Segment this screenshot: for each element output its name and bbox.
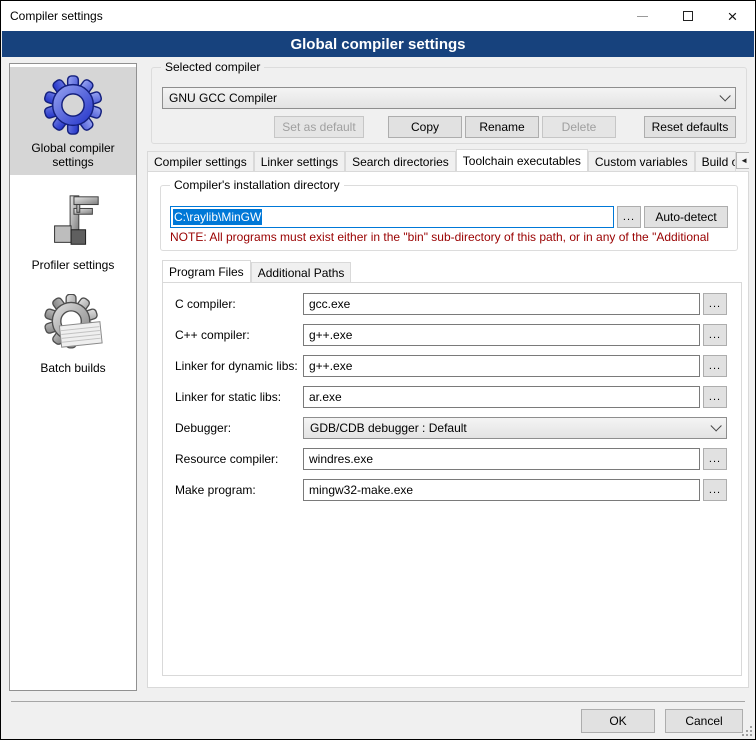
make-program-browse-button[interactable]: ... — [703, 479, 727, 501]
bin-subdirectory-note: NOTE: All programs must exist either in … — [170, 230, 733, 244]
close-icon: × — [728, 8, 738, 25]
compiler-settings-window: Compiler settings × Global compiler sett… — [0, 0, 756, 740]
resource-compiler-label: Resource compiler: — [175, 452, 303, 466]
chevron-down-icon — [719, 90, 730, 101]
resource-compiler-browse-button[interactable]: ... — [703, 448, 727, 470]
copy-button[interactable]: Copy — [388, 116, 462, 138]
dialog-banner: Global compiler settings — [2, 31, 754, 57]
cpp-compiler-input[interactable]: g++.exe — [303, 324, 700, 346]
maximize-button[interactable] — [665, 1, 710, 31]
installation-directory-legend: Compiler's installation directory — [170, 178, 344, 192]
installation-directory-input[interactable]: C:\raylib\MinGW — [170, 206, 614, 228]
linker-dynamic-browse-button[interactable]: ... — [703, 355, 727, 377]
linker-dynamic-input[interactable]: g++.exe — [303, 355, 700, 377]
installation-directory-browse-button[interactable]: ... — [617, 206, 641, 228]
program-files-page: C compiler: gcc.exe ... C++ compiler: g+… — [162, 282, 742, 676]
tab-compiler-settings[interactable]: Compiler settings — [147, 151, 254, 171]
debugger-label: Debugger: — [175, 421, 303, 435]
linker-static-label: Linker for static libs: — [175, 390, 303, 404]
c-compiler-input[interactable]: gcc.exe — [303, 293, 700, 315]
auto-detect-button[interactable]: Auto-detect — [644, 206, 728, 228]
resource-compiler-row: Resource compiler: windres.exe ... — [175, 448, 727, 470]
settings-tabstrip: Compiler settings Linker settings Search… — [147, 149, 749, 171]
sidebar-item-global-compiler-settings[interactable]: Global compiler settings — [10, 67, 136, 175]
tab-scroll-controls: ◄ ► — [736, 152, 749, 171]
minimize-icon — [637, 16, 648, 17]
make-program-label: Make program: — [175, 483, 303, 497]
make-program-row: Make program: mingw32-make.exe ... — [175, 479, 727, 501]
linker-static-row: Linker for static libs: ar.exe ... — [175, 386, 727, 408]
linker-static-browse-button[interactable]: ... — [703, 386, 727, 408]
sidebar-item-batch-builds[interactable]: Batch builds — [10, 287, 136, 381]
resize-grip[interactable] — [741, 725, 753, 737]
selected-compiler-groupbox: Selected compiler GNU GCC Compiler Set a… — [151, 67, 747, 144]
cpp-compiler-row: C++ compiler: g++.exe ... — [175, 324, 727, 346]
cancel-button[interactable]: Cancel — [665, 709, 743, 733]
sidebar-item-label: Global compiler settings — [12, 141, 134, 169]
subtab-program-files[interactable]: Program Files — [162, 260, 251, 282]
sidebar-item-label: Profiler settings — [12, 258, 134, 272]
ok-button[interactable]: OK — [581, 709, 655, 733]
compiler-button-row: Set as default Copy Rename Delete Reset … — [162, 116, 736, 138]
sidebar-item-profiler-settings[interactable]: Profiler settings — [10, 184, 136, 278]
delete-button[interactable]: Delete — [542, 116, 616, 138]
tab-scroll-left-icon[interactable]: ◄ — [736, 152, 749, 169]
gear-blue-icon — [42, 74, 104, 136]
caliper-icon — [42, 191, 104, 253]
installation-directory-row: C:\raylib\MinGW ... Auto-detect — [170, 206, 728, 228]
make-program-input[interactable]: mingw32-make.exe — [303, 479, 700, 501]
reset-defaults-button[interactable]: Reset defaults — [644, 116, 736, 138]
banner-title: Global compiler settings — [290, 36, 465, 53]
chevron-down-icon — [710, 420, 721, 431]
close-button[interactable]: × — [710, 1, 755, 31]
settings-category-list: Global compiler settings Profiler set — [9, 63, 137, 691]
linker-dynamic-row: Linker for dynamic libs: g++.exe ... — [175, 355, 727, 377]
tab-custom-variables[interactable]: Custom variables — [588, 151, 695, 171]
debugger-select-value: GDB/CDB debugger : Default — [310, 421, 710, 435]
sidebar-item-label: Batch builds — [12, 361, 134, 375]
rename-button[interactable]: Rename — [465, 116, 539, 138]
selected-compiler-legend: Selected compiler — [161, 60, 264, 74]
dialog-footer: OK Cancel — [581, 709, 743, 733]
gear-stack-icon — [42, 294, 104, 356]
linker-static-input[interactable]: ar.exe — [303, 386, 700, 408]
footer-separator — [11, 701, 745, 702]
window-title: Compiler settings — [1, 9, 103, 23]
compiler-select[interactable]: GNU GCC Compiler — [162, 87, 736, 109]
cpp-compiler-label: C++ compiler: — [175, 328, 303, 342]
tab-toolchain-executables[interactable]: Toolchain executables — [456, 149, 588, 171]
c-compiler-label: C compiler: — [175, 297, 303, 311]
maximize-icon — [683, 11, 693, 21]
installation-directory-groupbox: Compiler's installation directory C:\ray… — [160, 185, 738, 251]
tab-linker-settings[interactable]: Linker settings — [254, 151, 345, 171]
linker-dynamic-label: Linker for dynamic libs: — [175, 359, 303, 373]
minimize-button[interactable] — [620, 1, 665, 31]
subtab-additional-paths[interactable]: Additional Paths — [251, 262, 352, 282]
set-as-default-button[interactable]: Set as default — [274, 116, 364, 138]
debugger-select[interactable]: GDB/CDB debugger : Default — [303, 417, 727, 439]
c-compiler-browse-button[interactable]: ... — [703, 293, 727, 315]
toolchain-subtabs: Program Files Additional Paths — [162, 260, 351, 282]
resource-compiler-input[interactable]: windres.exe — [303, 448, 700, 470]
cpp-compiler-browse-button[interactable]: ... — [703, 324, 727, 346]
debugger-row: Debugger: GDB/CDB debugger : Default — [175, 417, 727, 439]
toolchain-executables-page: Compiler's installation directory C:\ray… — [147, 171, 749, 688]
title-bar: Compiler settings × — [1, 1, 755, 31]
window-controls: × — [620, 1, 755, 31]
compiler-select-value: GNU GCC Compiler — [169, 91, 719, 105]
installation-directory-value: C:\raylib\MinGW — [173, 209, 262, 225]
c-compiler-row: C compiler: gcc.exe ... — [175, 293, 727, 315]
tab-search-directories[interactable]: Search directories — [345, 151, 456, 171]
tab-build-options[interactable]: Build options — [695, 151, 736, 171]
